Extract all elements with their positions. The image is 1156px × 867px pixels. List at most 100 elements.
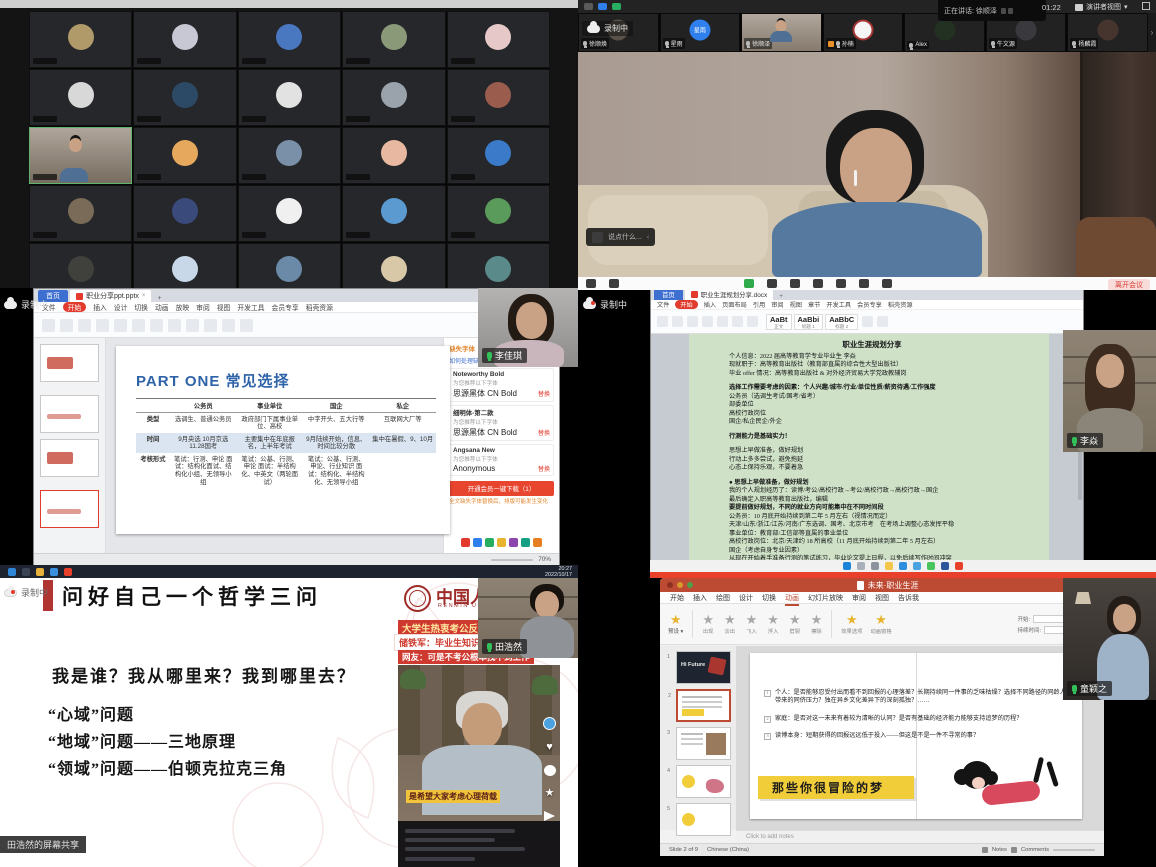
- replace-button[interactable]: 替换: [538, 428, 550, 437]
- language-indicator[interactable]: Chinese (China): [707, 847, 749, 853]
- collapse-icon[interactable]: ‹: [647, 234, 649, 241]
- menu-item[interactable]: 审阅: [196, 302, 210, 312]
- comments-button[interactable]: Comments: [1021, 847, 1049, 853]
- wps-icon[interactable]: [64, 568, 72, 576]
- zoom-slider[interactable]: [1053, 849, 1095, 851]
- participant-tile[interactable]: [29, 243, 132, 288]
- ribbon-tab[interactable]: 审阅: [852, 592, 866, 604]
- new-tab-button[interactable]: +: [775, 293, 787, 300]
- comment-icon[interactable]: [544, 765, 556, 776]
- wps-icon[interactable]: [955, 562, 963, 570]
- active-speaker-video[interactable]: [578, 52, 1156, 277]
- style-chip[interactable]: AaBbi 标题 1: [794, 314, 824, 330]
- participant-tile[interactable]: [238, 243, 341, 288]
- participant-tile[interactable]: [342, 243, 445, 288]
- info-icon[interactable]: [584, 3, 593, 10]
- filmstrip-tile[interactable]: 星雨 星雨: [660, 13, 741, 52]
- zoom-slider[interactable]: [491, 559, 533, 561]
- participant-tile[interactable]: [238, 11, 341, 68]
- participant-tile[interactable]: [447, 127, 550, 184]
- current-slide[interactable]: 1 个人：是否能够忍受付出而看不到回报的心理落差？长期持续同一件事的乏味枯燥？选…: [750, 653, 1082, 819]
- slide-thumbnail[interactable]: [40, 344, 99, 382]
- document-page[interactable]: 职业生涯规划分享个人信息：2022 届高等教育学专业毕业生 李焱现就职于：高等教…: [689, 334, 1049, 560]
- format-painter-button[interactable]: [60, 319, 73, 332]
- ribbon-tab[interactable]: 插入: [693, 592, 707, 604]
- profile-avatar-icon[interactable]: [543, 717, 556, 730]
- preset-button[interactable]: ★ 预设 ▾: [668, 613, 683, 635]
- explorer-icon[interactable]: [36, 568, 44, 576]
- share-screen-icon[interactable]: [744, 279, 754, 288]
- document-tab[interactable]: 职业分享ppt.pptx ×: [70, 290, 151, 302]
- bold-button[interactable]: [132, 319, 145, 332]
- notes-button[interactable]: Notes: [992, 847, 1007, 853]
- animation-preset[interactable]: ★ 出现: [702, 613, 714, 635]
- menu-item[interactable]: 开发工具: [826, 300, 851, 309]
- ribbon-tab[interactable]: 动画: [785, 592, 799, 604]
- participant-tile[interactable]: [447, 243, 550, 288]
- close-tab-icon[interactable]: ×: [142, 293, 146, 299]
- filmstrip-tile[interactable]: 徐顺泽: [741, 13, 822, 52]
- menu-item[interactable]: 审阅: [771, 300, 783, 309]
- start-icon[interactable]: [843, 562, 851, 570]
- highlight-button[interactable]: [702, 316, 713, 327]
- animation-tool-button[interactable]: ★ 动画窗格: [870, 613, 891, 635]
- menu-item[interactable]: 文件: [657, 300, 669, 309]
- replace-button[interactable]: 替换: [538, 389, 550, 398]
- participant-tile[interactable]: [447, 11, 550, 68]
- layout-button[interactable]: [96, 319, 109, 332]
- ribbon-tab[interactable]: 告诉我: [898, 592, 919, 604]
- menu-item[interactable]: 引用: [753, 300, 765, 309]
- apps-icon[interactable]: [859, 279, 869, 288]
- menu-item[interactable]: 设计: [114, 302, 128, 312]
- slide-thumbnail[interactable]: 1Hi Future: [676, 651, 731, 684]
- taskview-icon[interactable]: [871, 562, 879, 570]
- participant-tile[interactable]: [238, 185, 341, 242]
- animation-preset[interactable]: ★ 浮入: [767, 613, 779, 635]
- menu-item[interactable]: 开发工具: [237, 302, 264, 312]
- participant-tile[interactable]: [29, 69, 132, 126]
- edge-icon[interactable]: [899, 562, 907, 570]
- participant-tile[interactable]: [133, 185, 236, 242]
- animation-preset[interactable]: ★ 飞入: [746, 613, 758, 635]
- browser-icon[interactable]: [50, 568, 58, 576]
- new-tab-button[interactable]: +: [153, 295, 165, 302]
- fullscreen-icon[interactable]: [1142, 2, 1150, 10]
- notes-placeholder[interactable]: Click to add notes: [736, 830, 1104, 843]
- like-icon[interactable]: ♥: [546, 742, 553, 753]
- ribbon-tab[interactable]: 视图: [875, 592, 889, 604]
- participant-tile[interactable]: [342, 127, 445, 184]
- comments-icon[interactable]: [1011, 847, 1017, 853]
- participant-tile[interactable]: [447, 185, 550, 242]
- ribbon-tab[interactable]: 开始: [670, 592, 684, 604]
- presenter-video[interactable]: 李佳琪: [478, 288, 578, 367]
- participant-tile[interactable]: [447, 69, 550, 126]
- participant-tile[interactable]: [133, 243, 236, 288]
- menu-item[interactable]: 切换: [134, 302, 148, 312]
- arrange-button[interactable]: [222, 319, 235, 332]
- mail-icon[interactable]: [913, 562, 921, 570]
- align-button[interactable]: [150, 319, 163, 332]
- leave-meeting-button[interactable]: 离开会议: [1108, 279, 1150, 290]
- filmstrip-tile[interactable]: 杨麟霞: [1067, 13, 1148, 52]
- ribbon-tab[interactable]: 绘图: [716, 592, 730, 604]
- menu-item[interactable]: 稻壳资源: [888, 300, 913, 309]
- camera-icon[interactable]: [609, 279, 619, 288]
- participant-tile[interactable]: [133, 11, 236, 68]
- participants-icon[interactable]: [767, 279, 777, 288]
- notes-icon[interactable]: [982, 847, 988, 853]
- fill-button[interactable]: [204, 319, 217, 332]
- explorer-icon[interactable]: [885, 562, 893, 570]
- select-button[interactable]: [877, 316, 888, 327]
- wechat-icon[interactable]: [927, 562, 935, 570]
- slide-thumbnail[interactable]: 5: [676, 803, 731, 836]
- current-slide[interactable]: PART ONE 常见选择 公务员事业单位国企私企: [116, 346, 450, 534]
- participant-tile[interactable]: [342, 185, 445, 242]
- share-arrow-icon[interactable]: [544, 811, 555, 821]
- signal-icon[interactable]: [612, 3, 621, 10]
- menu-item[interactable]: 稻壳资源: [306, 302, 333, 312]
- chat-icon[interactable]: [790, 279, 800, 288]
- word-icon[interactable]: [941, 562, 949, 570]
- download-fonts-button[interactable]: 开通会员一键下载（1）: [449, 481, 554, 496]
- participant-tile[interactable]: [133, 127, 236, 184]
- participant-tile[interactable]: [29, 185, 132, 242]
